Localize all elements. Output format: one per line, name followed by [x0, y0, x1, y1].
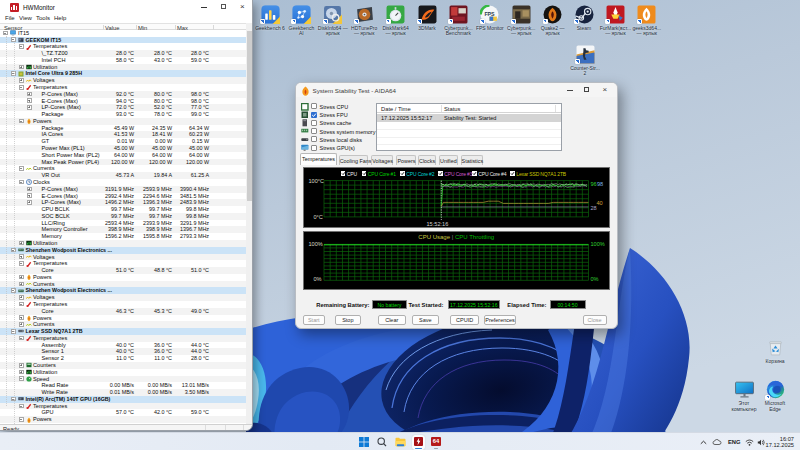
svg-text:FPS: FPS	[485, 11, 496, 17]
